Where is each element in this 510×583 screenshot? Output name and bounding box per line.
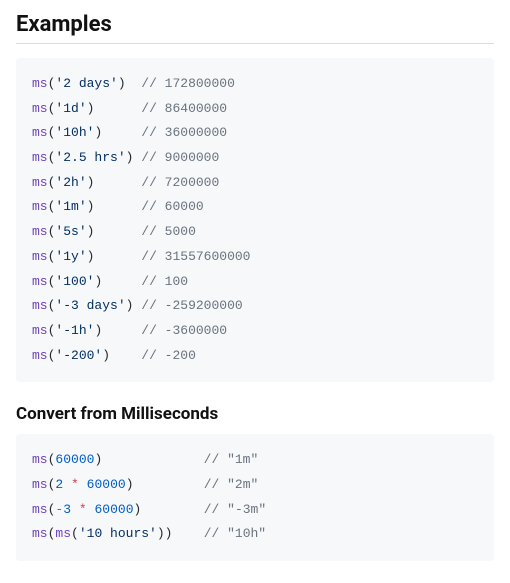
code-line: ms(2 * 60000) // "2m" bbox=[32, 477, 258, 492]
code-line: ms('1d') // 86400000 bbox=[32, 101, 227, 116]
code-line: ms('10h') // 36000000 bbox=[32, 125, 227, 140]
section-heading-examples: Examples bbox=[16, 12, 494, 37]
code-line: ms('5s') // 5000 bbox=[32, 224, 196, 239]
code-line: ms('2.5 hrs') // 9000000 bbox=[32, 150, 219, 165]
code-block-examples: ms('2 days') // 172800000 ms('1d') // 86… bbox=[16, 58, 494, 382]
code-block-convert: ms(60000) // "1m" ms(2 * 60000) // "2m" … bbox=[16, 434, 494, 561]
code-line: ms(-3 * 60000) // "-3m" bbox=[32, 502, 266, 517]
code-line: ms('-3 days') // -259200000 bbox=[32, 298, 243, 313]
code-line: ms('-1h') // -3600000 bbox=[32, 323, 227, 338]
code-line: ms('2h') // 7200000 bbox=[32, 175, 219, 190]
code-line: ms(60000) // "1m" bbox=[32, 452, 258, 467]
code-line: ms(ms('10 hours')) // "10h" bbox=[32, 526, 266, 541]
rule bbox=[16, 43, 494, 44]
code-line: ms('2 days') // 172800000 bbox=[32, 76, 235, 91]
code-line: ms('-200') // -200 bbox=[32, 348, 196, 363]
code-line: ms('1y') // 31557600000 bbox=[32, 249, 250, 264]
code-line: ms('100') // 100 bbox=[32, 274, 188, 289]
code-line: ms('1m') // 60000 bbox=[32, 199, 204, 214]
section-heading-convert: Convert from Milliseconds bbox=[16, 404, 494, 424]
